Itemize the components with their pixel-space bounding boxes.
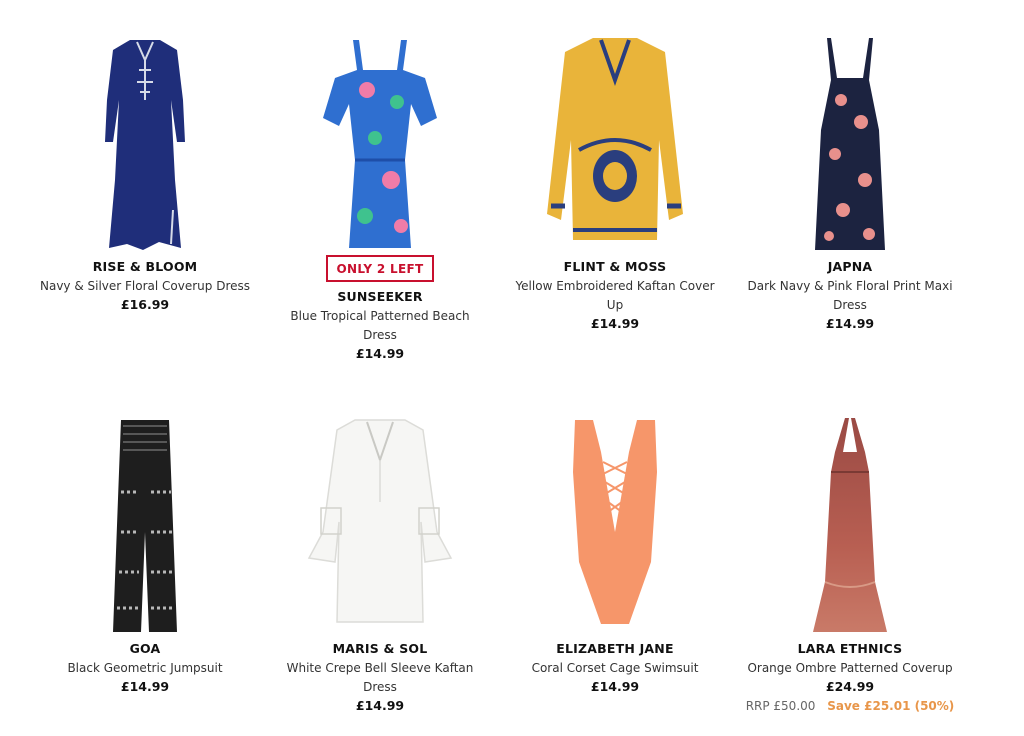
product-image[interactable] [30,412,260,634]
product-price: £24.99 [825,679,875,694]
product-title[interactable]: Black Geometric Jumpsuit [30,659,260,678]
blue-tropical-playsuit-icon [323,40,437,248]
product-price: £14.99 [825,316,875,331]
product-card[interactable]: FLINT & MOSS Yellow Embroidered Kaftan C… [500,30,730,333]
product-title[interactable]: Navy & Silver Floral Coverup Dress [30,277,260,296]
product-brand[interactable]: LARA ETHNICS [735,640,965,658]
product-brand[interactable]: SUNSEEKER [265,288,495,306]
product-image[interactable] [265,30,495,252]
product-grid: RISE & BLOOM Navy & Silver Floral Coveru… [0,0,1024,736]
low-stock-badge: ONLY 2 LEFT [325,255,435,282]
product-brand[interactable]: ELIZABETH JANE [500,640,730,658]
save-amount: Save £25.01 (50%) [827,699,955,713]
product-price: £14.99 [590,679,640,694]
product-title[interactable]: White Crepe Bell Sleeve Kaftan Dress [265,659,495,697]
stock-badge-wrap: ONLY 2 LEFT [265,252,495,286]
discount-row: RRP £50.00 Save £25.01 (50%) [735,696,965,716]
product-image[interactable] [265,412,495,634]
navy-floral-maxi-icon [815,38,885,250]
product-brand[interactable]: FLINT & MOSS [500,258,730,276]
product-price: £14.99 [355,698,405,713]
yellow-kaftan-icon [547,38,683,240]
black-geometric-jumpsuit-icon [113,420,177,632]
white-kaftan-icon [307,419,453,623]
coral-swimsuit-icon [573,420,657,624]
product-brand[interactable]: GOA [30,640,260,658]
product-card[interactable]: RISE & BLOOM Navy & Silver Floral Coveru… [30,30,260,314]
product-image[interactable] [735,412,965,634]
product-title[interactable]: Yellow Embroidered Kaftan Cover Up [500,277,730,315]
product-price: £16.99 [120,297,170,312]
product-image[interactable] [735,30,965,252]
product-title[interactable]: Blue Tropical Patterned Beach Dress [265,307,495,345]
product-card[interactable]: GOA Black Geometric Jumpsuit £14.99 [30,412,260,696]
product-image[interactable] [30,30,260,252]
product-card[interactable]: ONLY 2 LEFT SUNSEEKER Blue Tropical Patt… [265,30,495,363]
product-title[interactable]: Coral Corset Cage Swimsuit [500,659,730,678]
product-brand[interactable]: RISE & BLOOM [30,258,260,276]
product-card[interactable]: MARIS & SOL White Crepe Bell Sleeve Kaft… [265,412,495,715]
product-card[interactable]: JAPNA Dark Navy & Pink Floral Print Maxi… [735,30,965,333]
product-price: £14.99 [120,679,170,694]
rrp-price: RRP £50.00 [745,699,816,713]
product-title[interactable]: Orange Ombre Patterned Coverup [735,659,965,678]
ombre-halter-dress-icon [813,418,887,632]
product-price: £14.99 [355,346,405,361]
product-price: £14.99 [590,316,640,331]
product-image[interactable] [500,412,730,634]
product-brand[interactable]: JAPNA [735,258,965,276]
product-card[interactable]: LARA ETHNICS Orange Ombre Patterned Cove… [735,412,965,716]
product-brand[interactable]: MARIS & SOL [265,640,495,658]
product-card[interactable]: ELIZABETH JANE Coral Corset Cage Swimsui… [500,412,730,696]
product-title[interactable]: Dark Navy & Pink Floral Print Maxi Dress [735,277,965,315]
navy-kaftan-dress-icon [105,40,185,250]
product-image[interactable] [500,30,730,252]
